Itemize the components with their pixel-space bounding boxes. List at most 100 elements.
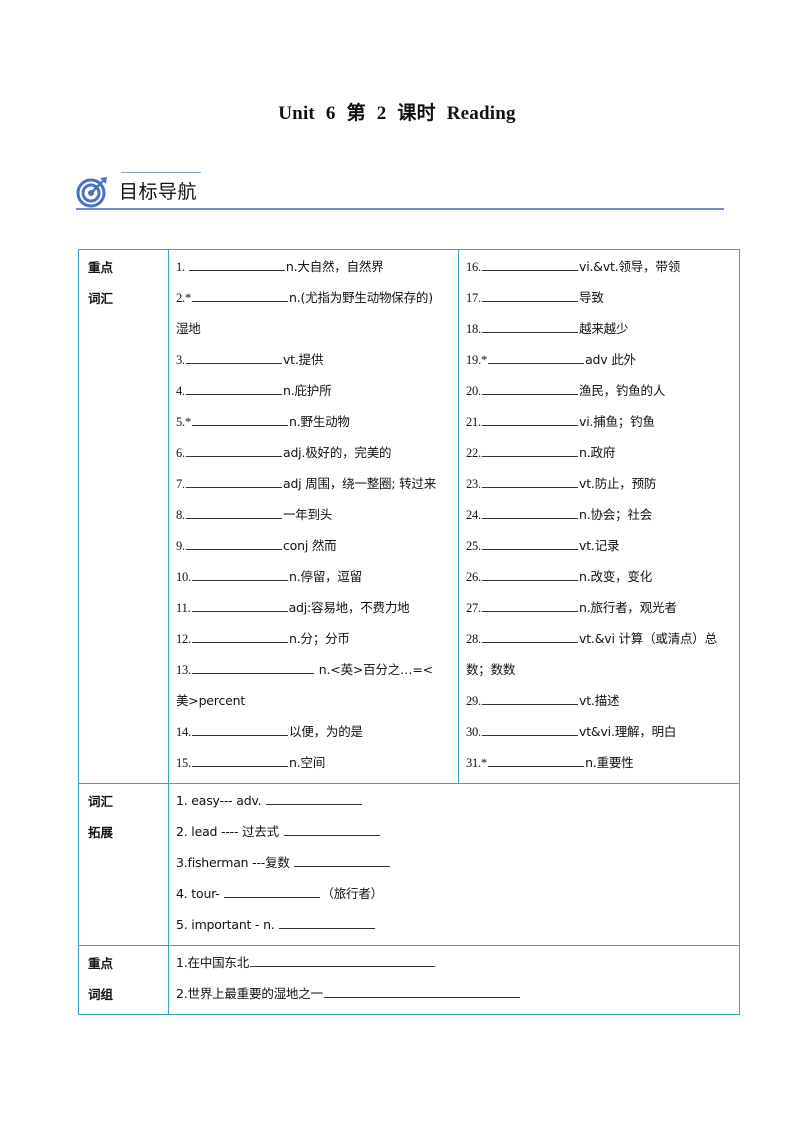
answer-blank[interactable] — [185, 348, 282, 364]
answer-blank[interactable] — [192, 658, 315, 674]
item-definition: n.重要性 — [585, 755, 634, 770]
answer-blank[interactable] — [192, 410, 289, 426]
item-definition: vt.提供 — [282, 352, 324, 367]
answer-blank[interactable] — [192, 565, 289, 581]
vocab-item: 17. 导致 — [466, 285, 733, 316]
item-number: 4. — [176, 384, 185, 398]
vocab-item: 8. 一年到头 — [176, 502, 452, 533]
answer-blank[interactable] — [185, 534, 282, 550]
answer-blank[interactable] — [294, 851, 391, 867]
item-number: 26. — [466, 570, 482, 584]
vocab-item: 2.* n.(尤指为野生动物保存的) — [176, 285, 452, 316]
vocab-item: 6. adj.极好的，完美的 — [176, 440, 452, 471]
vocab-item: 3. vt.提供 — [176, 347, 452, 378]
category-line: 重点 — [88, 260, 114, 275]
answer-blank[interactable] — [191, 596, 288, 612]
vocab-item: 24. n.协会；社会 — [466, 502, 733, 533]
answer-blank[interactable] — [185, 441, 282, 457]
item-number: 11. — [176, 601, 191, 615]
answer-blank[interactable] — [185, 503, 282, 519]
item-number: 24. — [466, 508, 482, 522]
section-header-label: 目标导航 — [119, 181, 198, 203]
vocab-item: 湿地 — [176, 316, 452, 347]
answer-blank[interactable] — [482, 379, 579, 395]
item-number: 5.* — [176, 415, 192, 429]
item-prompt: 2.世界上最重要的湿地之一 — [176, 986, 323, 1001]
vocab-item: 19.* adv 此外 — [466, 347, 733, 378]
item-definition: n.野生动物 — [289, 414, 350, 429]
answer-blank[interactable] — [250, 951, 436, 967]
item-number: 15. — [176, 756, 192, 770]
item-definition: n.<英>百分之…=< — [315, 662, 433, 677]
key-phrases-items: 1.在中国东北 2.世界上最重要的湿地之一 — [168, 945, 740, 1015]
answer-blank[interactable] — [482, 720, 579, 736]
answer-blank[interactable] — [266, 789, 363, 805]
answer-blank[interactable] — [482, 627, 579, 643]
answer-blank[interactable] — [482, 596, 579, 612]
item-definition: adv 此外 — [585, 352, 636, 367]
item-prompt: 4. tour- — [176, 886, 224, 901]
answer-blank[interactable] — [185, 472, 282, 488]
category-line: 拓展 — [88, 825, 114, 840]
answer-blank[interactable] — [488, 751, 585, 767]
answer-blank[interactable] — [279, 913, 376, 929]
vocab-item: 1. n.大自然，自然界 — [176, 254, 452, 285]
answer-blank[interactable] — [482, 255, 579, 271]
title-reading: Reading — [446, 103, 516, 124]
item-number: 23. — [466, 477, 482, 491]
answer-blank[interactable] — [482, 534, 579, 550]
item-number: 20. — [466, 384, 482, 398]
item-continuation: 湿地 — [176, 321, 201, 336]
vocab-extension-items: 1. easy--- adv. 2. lead ---- 过去式 3.fishe… — [168, 783, 740, 946]
answer-blank[interactable] — [482, 410, 579, 426]
item-definition: conj 然而 — [282, 538, 337, 553]
answer-blank[interactable] — [192, 286, 289, 302]
answer-blank[interactable] — [192, 720, 289, 736]
answer-blank[interactable] — [323, 982, 520, 998]
item-hint: （旅行者） — [321, 886, 383, 901]
item-number: 12. — [176, 632, 192, 646]
vocab-item: 4. n.庇护所 — [176, 378, 452, 409]
answer-blank[interactable] — [482, 503, 579, 519]
item-definition: n.庇护所 — [282, 383, 332, 398]
header-rule — [76, 208, 724, 210]
answer-blank[interactable] — [185, 379, 282, 395]
vocab-item: 数；数数 — [466, 657, 733, 688]
answer-blank[interactable] — [482, 286, 579, 302]
category-line: 重点 — [88, 956, 114, 971]
item-definition: vt.记录 — [579, 538, 620, 553]
answer-blank[interactable] — [224, 882, 321, 898]
answer-blank[interactable] — [482, 472, 579, 488]
answer-blank[interactable] — [482, 441, 579, 457]
item-number: 29. — [466, 694, 482, 708]
item-number: 6. — [176, 446, 185, 460]
item-number: 8. — [176, 508, 185, 522]
fill-item: 4. tour- （旅行者） — [176, 881, 733, 912]
answer-blank[interactable] — [482, 317, 579, 333]
item-number: 3. — [176, 353, 185, 367]
vocab-item: 14. 以便，为的是 — [176, 719, 452, 750]
item-number: 16. — [466, 260, 482, 274]
item-definition: vi.捕鱼；钓鱼 — [579, 414, 655, 429]
item-definition: 一年到头 — [282, 507, 333, 522]
vocab-item: 26. n.改变，变化 — [466, 564, 733, 595]
answer-blank[interactable] — [192, 627, 289, 643]
answer-blank[interactable] — [192, 751, 289, 767]
item-definition: 导致 — [579, 290, 604, 305]
page-title: Unit 6 第 2 课时 Reading — [0, 98, 794, 125]
answer-blank[interactable] — [188, 255, 285, 271]
vocab-item: 13. n.<英>百分之…=< — [176, 657, 452, 688]
key-vocab-category: 重点 词汇 — [78, 249, 169, 784]
answer-blank[interactable] — [482, 565, 579, 581]
item-definition: n.改变，变化 — [579, 569, 653, 584]
answer-blank[interactable] — [283, 820, 380, 836]
vocab-item: 31.* n.重要性 — [466, 750, 733, 781]
vocab-item: 18. 越来越少 — [466, 316, 733, 347]
section-header: 目标导航 — [76, 170, 724, 212]
fill-item: 1.在中国东北 — [176, 950, 733, 981]
item-number: 10. — [176, 570, 192, 584]
answer-blank[interactable] — [482, 689, 579, 705]
answer-blank[interactable] — [488, 348, 585, 364]
vocab-item: 28. vt.&vi 计算（或清点）总 — [466, 626, 733, 657]
category-line: 词汇 — [88, 291, 114, 306]
